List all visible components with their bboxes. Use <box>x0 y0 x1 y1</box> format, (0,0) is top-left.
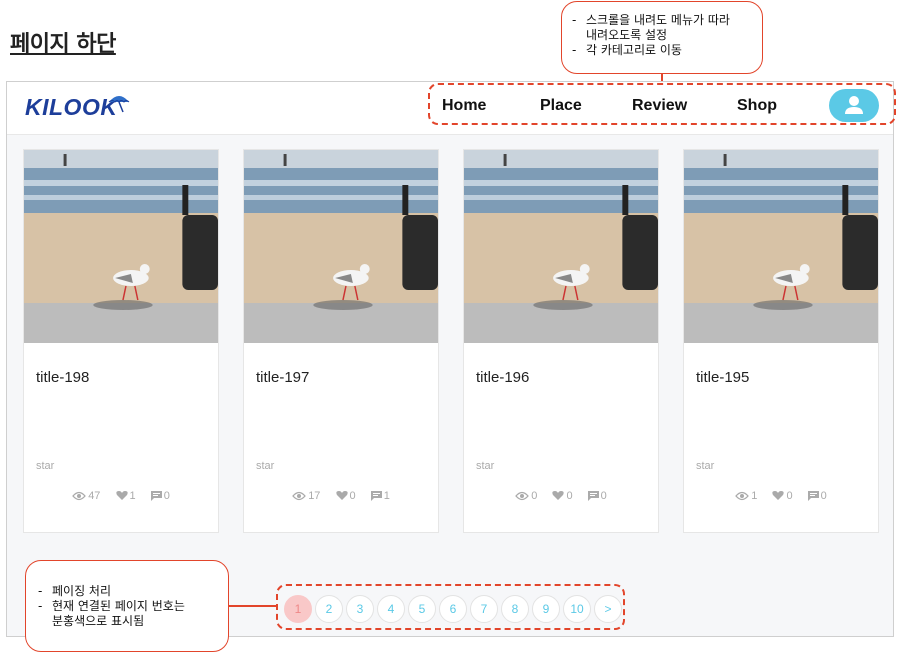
card-title[interactable]: title-196 <box>476 369 529 386</box>
site-frame: KILOOK Home Place Review Shop title-198 … <box>6 81 894 637</box>
heart-icon <box>772 491 785 500</box>
eye-icon <box>72 491 87 501</box>
views-count: 17 <box>308 490 321 502</box>
likes-stat: 1 <box>115 490 136 502</box>
comments-count: 0 <box>163 490 170 502</box>
card-title[interactable]: title-195 <box>696 369 749 386</box>
annotation-highlight-nav <box>428 83 896 125</box>
likes-count: 1 <box>129 490 136 502</box>
comments-count: 0 <box>600 490 607 502</box>
eye-icon <box>292 491 307 501</box>
likes-stat: 0 <box>552 490 573 502</box>
likes-count: 0 <box>566 490 573 502</box>
comments-count: 0 <box>820 490 827 502</box>
likes-stat: 0 <box>772 490 793 502</box>
annotation-top-item-2: 각 카테고리로 이동 <box>570 43 756 58</box>
likes-count: 0 <box>349 490 356 502</box>
heart-icon <box>115 491 128 500</box>
card-subtitle: star <box>696 460 715 472</box>
comments-stat: 1 <box>370 490 390 502</box>
annotation-connector-bottom <box>228 605 278 607</box>
card-title[interactable]: title-197 <box>256 369 309 386</box>
annotation-callout-bottom: 페이징 처리 현재 연결된 페이지 번호는 분홍색으로 표시됨 <box>25 560 229 652</box>
annotation-bottom-item-2: 현재 연결된 페이지 번호는 분홍색으로 표시됨 <box>36 599 222 629</box>
card-stats: 0 0 0 <box>464 490 658 502</box>
views-stat: 0 <box>515 490 537 502</box>
comments-count: 1 <box>383 490 390 502</box>
eye-icon <box>735 491 750 501</box>
annotation-bottom-item-1: 페이징 처리 <box>36 584 222 599</box>
comments-stat: 0 <box>587 490 607 502</box>
card-photo <box>244 150 438 343</box>
views-stat: 1 <box>735 490 757 502</box>
card-stats: 47 1 0 <box>24 490 218 502</box>
card-subtitle: star <box>36 460 55 472</box>
page-heading: 페이지 하단 <box>10 32 116 57</box>
views-count: 1 <box>751 490 758 502</box>
card-subtitle: star <box>476 460 495 472</box>
comment-icon <box>150 491 162 501</box>
views-stat: 17 <box>292 490 320 502</box>
annotation-callout-top: 스크롤을 내려도 메뉴가 따라 내려오도록 설정 각 카테고리로 이동 <box>561 1 763 74</box>
eye-icon <box>515 491 530 501</box>
views-count: 47 <box>88 490 101 502</box>
umbrella-icon <box>108 96 130 113</box>
comment-icon <box>370 491 382 501</box>
card-photo <box>464 150 658 343</box>
card-photo <box>24 150 218 343</box>
heart-icon <box>552 491 565 500</box>
comment-icon <box>807 491 819 501</box>
comment-icon <box>587 491 599 501</box>
comments-stat: 0 <box>807 490 827 502</box>
comments-stat: 0 <box>150 490 170 502</box>
annotation-highlight-pagination <box>276 584 625 630</box>
post-card[interactable]: title-197 star 17 0 1 <box>243 149 439 533</box>
post-card[interactable]: title-195 star 1 0 0 <box>683 149 879 533</box>
card-stats: 17 0 1 <box>244 490 438 502</box>
views-stat: 47 <box>72 490 100 502</box>
site-logo[interactable]: KILOOK <box>25 94 117 121</box>
card-photo <box>684 150 878 343</box>
likes-stat: 0 <box>335 490 356 502</box>
likes-count: 0 <box>786 490 793 502</box>
annotation-top-item-1: 스크롤을 내려도 메뉴가 따라 내려오도록 설정 <box>570 13 756 43</box>
views-count: 0 <box>531 490 538 502</box>
card-title[interactable]: title-198 <box>36 369 89 386</box>
post-card[interactable]: title-196 star 0 0 0 <box>463 149 659 533</box>
post-card[interactable]: title-198 star 47 1 0 <box>23 149 219 533</box>
card-subtitle: star <box>256 460 275 472</box>
heart-icon <box>335 491 348 500</box>
card-stats: 1 0 0 <box>684 490 878 502</box>
